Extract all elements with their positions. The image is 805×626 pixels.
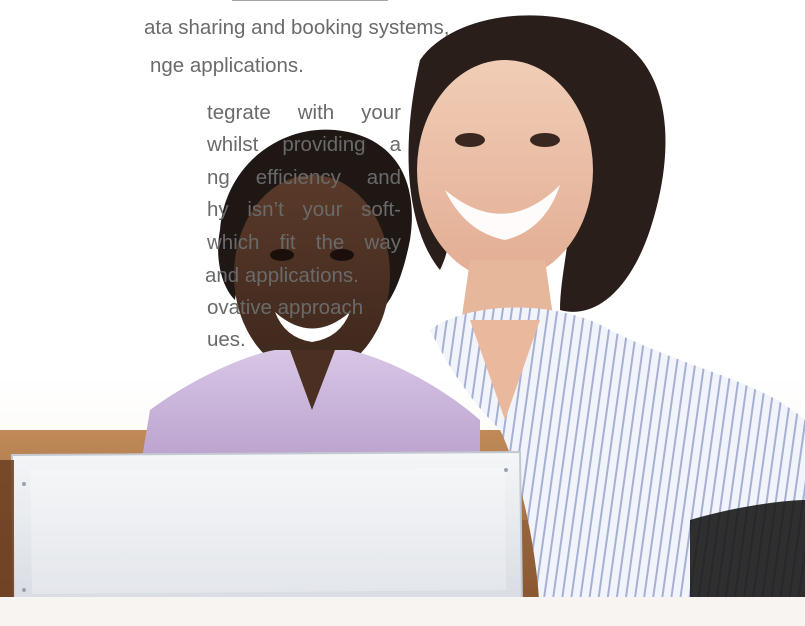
main-line-1: tegrate with your xyxy=(207,101,401,124)
cropped-top-line xyxy=(232,0,388,1)
intro-line-2: nge applications. xyxy=(150,54,304,77)
main-line-5: which fit the way xyxy=(207,231,401,254)
right-woman-face xyxy=(417,60,593,280)
bottom-band xyxy=(0,597,805,626)
intro-line-1: ata sharing and booking systems, xyxy=(144,16,450,39)
hero-photo-section: ata sharing and booking systems, nge app… xyxy=(0,0,805,626)
computer-monitor xyxy=(10,450,524,612)
main-line-4: hy isn’t your soft- xyxy=(207,198,401,221)
main-line-8: ues. xyxy=(207,328,246,351)
main-line-7: ovative approach xyxy=(207,296,364,319)
main-line-6: and applications. xyxy=(205,264,359,287)
main-line-3: ng efficiency and xyxy=(207,166,401,189)
main-line-2: whilst providing a xyxy=(207,133,401,156)
body-copy: ata sharing and booking systems, nge app… xyxy=(0,0,449,390)
